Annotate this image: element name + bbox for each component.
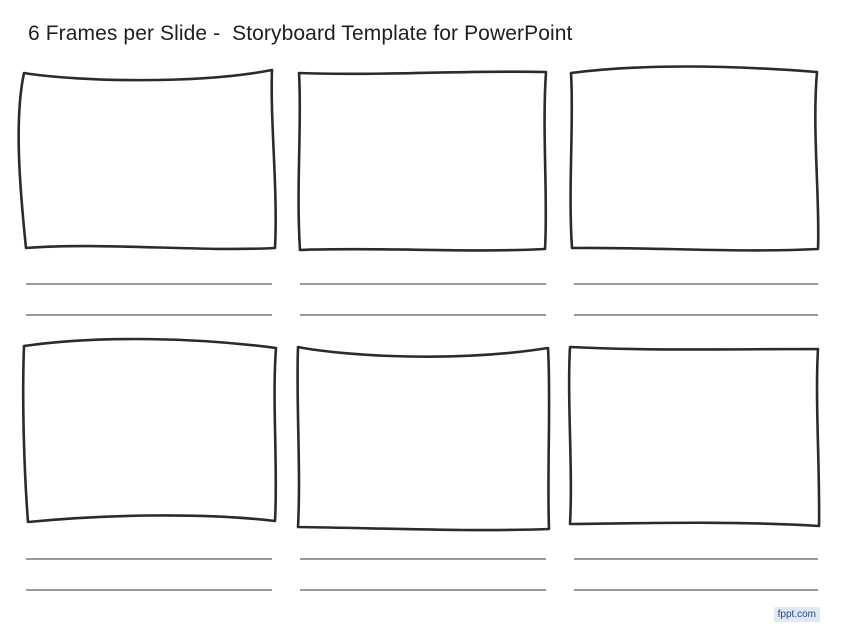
storyboard-frame-1 [17,68,277,251]
storyboard-grid [17,65,821,591]
frame-sketch-border [17,68,277,251]
storyboard-frame-3 [569,65,820,252]
caption-lines-row-2 [26,558,818,591]
storyboard-slide: 6 Frames per Slide - Storyboard Template… [0,0,850,638]
caption-lines-row-1 [26,283,818,316]
storyboard-frame-6 [567,345,821,528]
frame-sketch-border [297,70,548,252]
storyboard-frame-2 [297,70,548,252]
frame-sketch-border [567,345,821,528]
frame-sketch-border [296,345,551,532]
storyboard-frame-4 [21,337,278,524]
storyboard-frame-5 [296,345,551,532]
frame-sketch-border [21,337,278,524]
frame-sketch-border [569,65,820,252]
watermark-logo: fppt.com [773,607,820,622]
